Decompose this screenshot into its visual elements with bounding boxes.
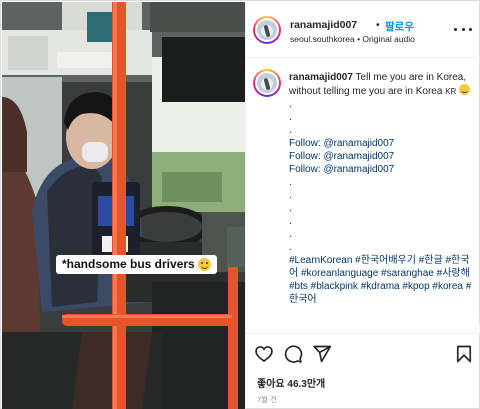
caption-comment: ranamajid007 Tell me you are in Korea, w… <box>246 59 480 333</box>
post-header: ranamajid007 • 팔로우 seoul.southkorea • Or… <box>246 2 480 58</box>
caption-line: . <box>289 216 292 227</box>
follow-mention-line[interactable]: Follow: @ranamajid007 <box>289 163 475 176</box>
post-actions: 좋아요 46.3만개 7월 전 <box>246 333 480 409</box>
follow-mention-line[interactable]: Follow: @ranamajid007 <box>289 137 475 150</box>
author-username[interactable]: ranamajid007 <box>290 19 357 31</box>
caption-line: . <box>289 112 292 123</box>
video-caption-overlay: *handsome bus drivers <box>56 255 217 274</box>
caption-line: . <box>289 125 292 136</box>
caption-username[interactable]: ranamajid007 <box>289 72 353 83</box>
post-side-panel: ranamajid007 • 팔로우 seoul.southkorea • Or… <box>245 2 480 409</box>
follow-button[interactable]: 팔로우 <box>385 19 414 34</box>
caption-text: ranamajid007 Tell me you are in Korea, w… <box>289 71 475 306</box>
caption-line: . <box>289 190 292 201</box>
caption-line: . <box>289 203 292 214</box>
hashtags[interactable]: #LearnKorean #한국어배우기 #한글 #한국어 #koreanlan… <box>289 254 475 306</box>
bus-scene-image <box>2 2 245 409</box>
heart-icon[interactable] <box>254 344 274 364</box>
likes-count[interactable]: 좋아요 46.3만개 <box>257 375 325 390</box>
flag-kr-text: KR <box>445 87 457 96</box>
post-timestamp[interactable]: 7월 전 <box>257 394 277 405</box>
instagram-post-modal: *handsome bus drivers ranamajid007 • 팔로우… <box>0 0 480 409</box>
caption-line: . <box>289 177 292 188</box>
grin-emoji-icon <box>459 84 471 95</box>
more-dots-icon[interactable] <box>454 24 472 34</box>
location-audio-subtitle[interactable]: seoul.southkorea • Original audio <box>290 34 415 44</box>
comment-icon[interactable] <box>283 344 303 364</box>
bookmark-icon[interactable] <box>454 344 474 364</box>
separator-dot: • <box>376 19 380 31</box>
avatar[interactable] <box>253 16 281 44</box>
avatar[interactable] <box>253 69 281 97</box>
send-icon[interactable] <box>312 344 332 364</box>
follow-mention-line[interactable]: Follow: @ranamajid007 <box>289 150 475 163</box>
caption-line: . <box>289 229 292 240</box>
scroll-fade <box>246 319 480 333</box>
caption-line: . <box>289 242 292 253</box>
grin-emoji-icon <box>197 258 211 271</box>
caption-line: . <box>289 99 292 110</box>
post-video[interactable]: *handsome bus drivers <box>2 2 245 409</box>
